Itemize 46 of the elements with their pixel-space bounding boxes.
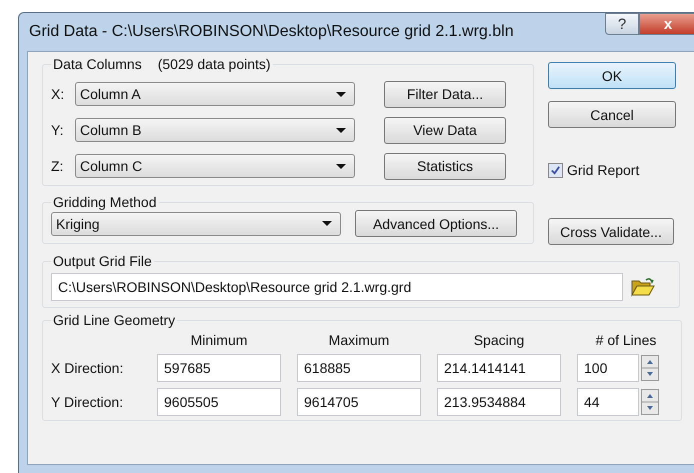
row-label: Y Direction: [51,394,124,410]
spinner-arrows-icon[interactable] [641,355,659,381]
dialog-button[interactable]: OK [548,62,676,89]
group-title: Data Columns [53,56,142,72]
spinner-arrows-icon[interactable] [641,389,659,415]
column-dropdown[interactable]: Column C [75,154,355,178]
file-path-field[interactable]: C:\Users\ROBINSON\Desktop\Resource grid 2.1.wrg.grd [51,273,623,301]
data-point-count: (5029 data points) [158,56,271,72]
column-dropdown[interactable]: Column A [75,82,355,106]
minimum-field[interactable]: 9605505 [157,388,281,416]
axis-label: Y: [51,122,64,138]
spacing-field[interactable]: 213.9534884 [437,388,561,416]
group-title: Grid Line Geometry [53,312,176,328]
group-title: Output Grid File [53,253,152,269]
lines-field[interactable]: 44 [577,388,639,416]
dropdown-arrow-icon [336,128,346,132]
column-header: Spacing [472,332,526,348]
minimum-field[interactable]: 597685 [157,354,281,382]
maximum-field[interactable]: 618885 [297,354,421,382]
dropdown-arrow-icon [322,221,332,226]
dialog-button[interactable]: Cancel [548,101,676,128]
method-dropdown[interactable]: Kriging [51,212,341,236]
advanced-options-button[interactable]: Advanced Options... [355,210,517,237]
cross-validate-button[interactable]: Cross Validate... [548,218,674,245]
data-button[interactable]: View Data [384,116,506,144]
dropdown-arrow-icon [336,164,346,168]
column-header: # of Lines [594,332,658,348]
spacing-field[interactable]: 214.1414141 [437,354,561,382]
window-title: Grid Data - C:\Users\ROBINSON\Desktop\Resource grid 2.1.wrg.bln [29,23,514,41]
dropdown-arrow-icon [336,92,346,96]
checkbox[interactable] [548,162,563,178]
folder-icon[interactable] [631,277,655,297]
checkbox-label: Grid Report [567,162,640,178]
row-label: X Direction: [51,360,124,376]
close-button[interactable]: x [639,13,694,35]
help-button[interactable]: ? [605,13,639,35]
column-header: Maximum [328,332,390,348]
lines-field[interactable]: 100 [577,354,639,382]
group-title: Gridding Method [53,194,157,210]
data-button[interactable]: Statistics [384,152,506,180]
axis-label: Z: [51,158,64,174]
axis-label: X: [51,86,66,102]
column-header: Minimum [190,332,248,348]
column-dropdown[interactable]: Column B [75,118,355,142]
maximum-field[interactable]: 9614705 [297,388,421,416]
data-button[interactable]: Filter Data... [384,80,506,108]
